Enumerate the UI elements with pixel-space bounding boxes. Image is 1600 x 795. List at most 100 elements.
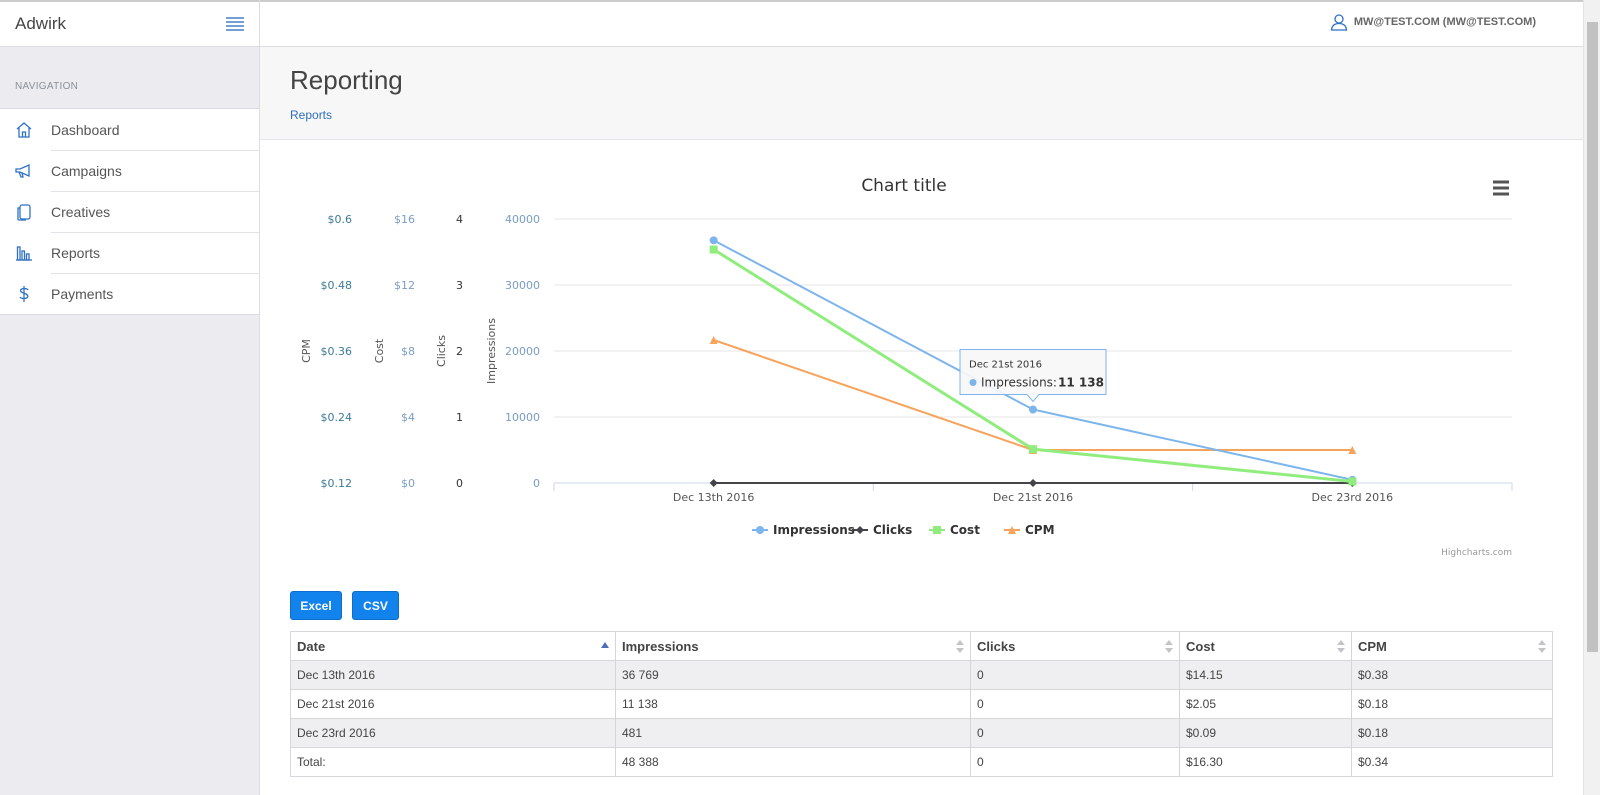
y-tick-label: $8 <box>401 345 415 358</box>
legend-item-label: Cost <box>950 523 980 537</box>
nav-list: Dashboard Campaigns Creatives Reports Pa… <box>0 108 259 315</box>
column-header-date[interactable]: Date <box>290 631 616 661</box>
cell: $0.34 <box>1351 747 1553 777</box>
home-icon <box>16 121 31 138</box>
cell: 0 <box>970 718 1180 748</box>
column-header-cost[interactable]: Cost <box>1179 631 1352 661</box>
y-tick-label: $0.12 <box>321 477 353 490</box>
cell: Dec 13th 2016 <box>290 660 616 690</box>
sidebar-item-label: Creatives <box>51 203 111 220</box>
csv-export-button[interactable]: CSV <box>352 591 399 620</box>
data-point <box>933 526 941 534</box>
y-tick-label: 10000 <box>505 411 540 424</box>
scrollbar[interactable] <box>1583 0 1600 795</box>
page-title: Reporting <box>290 65 403 95</box>
y-axis-title: Impressions <box>485 318 498 384</box>
table-row: Dec 13th 2016 36 769 0 $14.15 $0.38 <box>290 660 1553 690</box>
column-header-cpm[interactable]: CPM <box>1351 631 1553 661</box>
bar-chart-icon <box>15 245 32 261</box>
legend-item-label: CPM <box>1025 523 1055 537</box>
sidebar-item-payments[interactable]: Payments <box>0 273 259 314</box>
table-row: Dec 23rd 2016 481 0 $0.09 $0.18 <box>290 718 1553 748</box>
report-table: Date Impressions Clicks Cost CPM Dec 13t… <box>290 631 1553 777</box>
cell: 0 <box>970 660 1180 690</box>
cell: $14.15 <box>1179 660 1352 690</box>
y-tick-label: $0.24 <box>321 411 353 424</box>
chart-menu-icon[interactable] <box>1493 180 1509 196</box>
chart-svg: Chart title Dec 13th 2016 Dec 21st 2016 Dec… <box>300 176 1513 558</box>
y-tick-label: $0.36 <box>321 345 353 358</box>
sort-asc-icon <box>601 642 609 648</box>
y-tick-label: $12 <box>394 279 415 292</box>
tooltip-series: Impressions: <box>981 375 1057 389</box>
y-tick-label: $0 <box>401 477 415 490</box>
y-tick-label: 20000 <box>505 345 540 358</box>
user-menu[interactable]: MW@TEST.COM (MW@TEST.COM) <box>1330 13 1536 31</box>
hamburger-menu-icon[interactable] <box>225 16 245 32</box>
table-total-row: Total: 48 388 0 $16.30 $0.34 <box>290 747 1553 777</box>
column-header-clicks[interactable]: Clicks <box>970 631 1180 661</box>
data-point <box>756 526 764 534</box>
cell: 11 138 <box>615 689 971 719</box>
column-header-impressions[interactable]: Impressions <box>615 631 971 661</box>
data-point <box>1029 445 1037 454</box>
y-tick-label: 0 <box>456 477 463 490</box>
chart-credits: Highcharts.com <box>1441 548 1512 558</box>
chart: Chart title Dec 13th 2016 Dec 21st 2016 Dec… <box>290 160 1555 580</box>
legend-item-label: Clicks <box>873 523 912 537</box>
x-tick-label: Dec 23rd 2016 <box>1312 491 1394 504</box>
y-tick-label: 1 <box>456 411 463 424</box>
cell: 481 <box>615 718 971 748</box>
sidebar: Adwirk NAVIGATION Dashboard Campaigns Cr… <box>0 0 260 795</box>
data-point <box>1029 479 1037 487</box>
cell: $16.30 <box>1179 747 1352 777</box>
copy-icon <box>16 203 31 221</box>
x-tick-label: Dec 13th 2016 <box>673 491 755 504</box>
data-point <box>709 479 718 487</box>
sidebar-item-creatives[interactable]: Creatives <box>0 191 259 232</box>
cell: $0.18 <box>1351 689 1553 719</box>
cell: $2.05 <box>1179 689 1352 719</box>
breadcrumb[interactable]: Reports <box>290 108 332 122</box>
brand-logo[interactable]: Adwirk <box>15 14 66 34</box>
nav-heading: NAVIGATION <box>15 81 79 92</box>
y-tick-label: 0 <box>533 477 540 490</box>
tooltip-value: 11 138 <box>1058 375 1104 389</box>
cell: $0.09 <box>1179 718 1352 748</box>
tooltip-header: Dec 21st 2016 <box>969 359 1042 370</box>
tooltip-marker <box>969 378 977 386</box>
export-buttons: Excel CSV <box>290 591 399 620</box>
cell: 48 388 <box>615 747 971 777</box>
data-point <box>1348 477 1357 486</box>
y-tick-label: 40000 <box>505 213 540 226</box>
cell: Dec 21st 2016 <box>290 689 616 719</box>
x-tick-label: Dec 21st 2016 <box>993 491 1073 504</box>
excel-export-button[interactable]: Excel <box>290 591 342 620</box>
data-point <box>709 245 718 254</box>
y-tick-label: $0.6 <box>328 213 353 226</box>
legend-item-label: Impressions <box>773 523 855 537</box>
page-header: Reporting Reports <box>260 47 1583 140</box>
y-axis-title: Cost <box>373 338 386 363</box>
dollar-icon <box>18 285 29 302</box>
sidebar-item-dashboard[interactable]: Dashboard <box>0 109 259 150</box>
sort-icon <box>1165 640 1173 653</box>
user-icon <box>1330 14 1348 31</box>
y-tick-label: $0.48 <box>321 279 353 292</box>
user-label: MW@TEST.COM (MW@TEST.COM) <box>1353 16 1536 28</box>
y-tick-label: 3 <box>456 279 463 292</box>
sidebar-item-label: Payments <box>51 285 114 302</box>
y-axis-title: Clicks <box>435 335 448 367</box>
sidebar-item-label: Dashboard <box>51 121 120 138</box>
sidebar-item-campaigns[interactable]: Campaigns <box>0 150 259 191</box>
table-row: Dec 21st 2016 11 138 0 $2.05 $0.18 <box>290 689 1553 719</box>
scroll-thumb[interactable] <box>1587 22 1598 652</box>
chart-title: Chart title <box>861 176 946 196</box>
cell: 0 <box>970 689 1180 719</box>
megaphone-icon <box>14 163 30 178</box>
table-header-row: Date Impressions Clicks Cost CPM <box>290 631 1553 661</box>
sidebar-item-reports[interactable]: Reports <box>0 232 259 273</box>
cell: Dec 23rd 2016 <box>290 718 616 748</box>
y-tick-label: 2 <box>456 345 463 358</box>
sidebar-item-label: Campaigns <box>51 162 122 179</box>
